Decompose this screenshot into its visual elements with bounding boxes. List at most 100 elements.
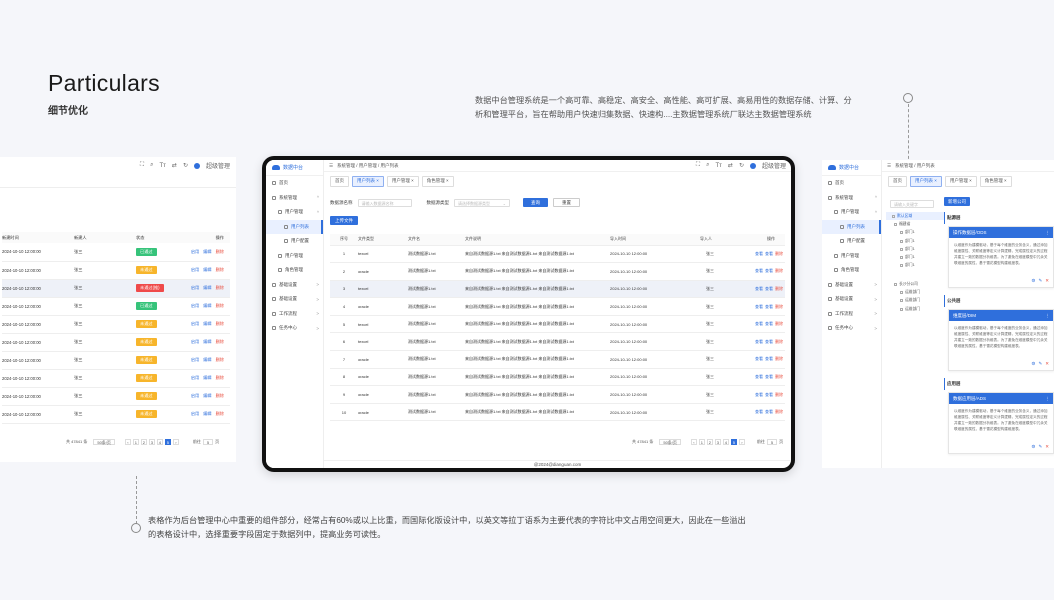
- pager-next[interactable]: ›: [172, 439, 179, 445]
- type-select[interactable]: 请选择数据源类型 ⌄: [454, 198, 510, 207]
- pager-goto-input[interactable]: 5: [766, 439, 778, 445]
- delete-link[interactable]: 删除: [775, 339, 783, 344]
- delete-link[interactable]: 删除: [775, 286, 783, 291]
- tree-search-input[interactable]: 请输入关键字: [890, 200, 934, 208]
- tab[interactable]: 用户列表 ×: [910, 175, 942, 187]
- reset-button[interactable]: 重置: [553, 198, 580, 207]
- view-link[interactable]: 查看: [755, 356, 763, 361]
- more-icon[interactable]: ⋮: [1046, 227, 1051, 238]
- sidebar-item[interactable]: 基础设置 >: [822, 292, 881, 307]
- edit-link[interactable]: 编辑: [203, 393, 211, 398]
- pager-prev[interactable]: ‹: [690, 439, 697, 445]
- sidebar-item[interactable]: 用户列表: [266, 219, 323, 234]
- view-link[interactable]: 查看: [755, 286, 763, 291]
- tree-node[interactable]: 部门1: [886, 237, 944, 245]
- table-row[interactable]: 6 texcel 测试数据源1.txt 来自测试数据源1.txt 来自测试数据源1.t…: [330, 332, 785, 352]
- sidebar-item[interactable]: 工作流程 >: [266, 307, 323, 322]
- delete-link[interactable]: 删除: [216, 321, 224, 326]
- table-row[interactable]: 7 oracle 测试数据源1.txt 来自测试数据源1.txt 来自测试数据源1.t…: [330, 350, 785, 369]
- sidebar-item[interactable]: 基础设置 >: [266, 292, 323, 307]
- table-row[interactable]: 4 oracle 测试数据源1.txt 来自测试数据源1.txt 来自测试数据源1.t…: [330, 297, 785, 316]
- menu-toggle-icon[interactable]: ☰: [329, 163, 333, 169]
- tree-node[interactable]: 长沙分公司: [886, 280, 944, 288]
- delete-link[interactable]: 删除: [216, 393, 224, 398]
- edit-icon[interactable]: ✎: [1038, 361, 1042, 367]
- edit-icon[interactable]: ✎: [1038, 278, 1042, 284]
- user-name[interactable]: 超级管理: [762, 161, 786, 170]
- delete-link[interactable]: 删除: [775, 356, 783, 361]
- delete-link[interactable]: 删除: [775, 392, 783, 397]
- sidebar-item[interactable]: 角色管理: [822, 263, 881, 278]
- table-row[interactable]: 2 oracle 测试数据源1.txt 来自测试数据源1.txt 来自测试数据源1.t…: [330, 262, 785, 281]
- delete-link[interactable]: 删除: [216, 357, 224, 362]
- view-link[interactable]: 查看: [765, 392, 773, 397]
- view-link[interactable]: 查看: [755, 251, 763, 256]
- tab[interactable]: 用户管理 ×: [944, 175, 977, 187]
- edit-link[interactable]: 编辑: [203, 285, 211, 290]
- view-link[interactable]: 查看: [765, 374, 773, 379]
- font-size-icon[interactable]: Tт: [716, 163, 722, 169]
- table-row[interactable]: 2024-10-10 12:00:00 张三 未通过(推) 启用 编辑 删除: [2, 279, 230, 297]
- enable-link[interactable]: 启用: [191, 375, 199, 380]
- menu-toggle-icon[interactable]: ☰: [887, 163, 891, 169]
- view-link[interactable]: 查看: [755, 304, 763, 309]
- delete-link[interactable]: 删除: [216, 285, 224, 290]
- delete-icon[interactable]: ✕: [1045, 278, 1049, 284]
- edit-icon[interactable]: ✎: [1038, 444, 1042, 450]
- edit-link[interactable]: 编辑: [203, 357, 211, 362]
- edit-link[interactable]: 编辑: [203, 339, 211, 344]
- pager-next[interactable]: ›: [738, 439, 745, 445]
- delete-link[interactable]: 删除: [216, 411, 224, 416]
- view-link[interactable]: 查看: [765, 356, 773, 361]
- table-row[interactable]: 1 texcel 测试数据源1.txt 来自测试数据源1.txt 来自测试数据源1.t…: [330, 245, 785, 264]
- new-company-button[interactable]: 新增公司: [944, 197, 970, 206]
- delete-link[interactable]: 删除: [216, 303, 224, 308]
- sidebar-item[interactable]: 系统管理 ^: [266, 191, 323, 206]
- sidebar-item[interactable]: 首页: [266, 176, 323, 191]
- edit-link[interactable]: 编辑: [203, 249, 211, 254]
- settings-icon[interactable]: ⚙: [1031, 361, 1035, 367]
- expand-icon[interactable]: ⛶: [696, 162, 700, 169]
- table-row[interactable]: 2024-10-10 12:00:00 张三 未通过 启用 编辑 删除: [2, 369, 230, 387]
- sidebar-item[interactable]: 基础设置 >: [822, 278, 881, 293]
- name-input[interactable]: 请输入数据源名称: [357, 198, 412, 207]
- tree-node[interactable]: 运维部门: [886, 305, 944, 313]
- edit-link[interactable]: 编辑: [203, 375, 211, 380]
- sidebar-item[interactable]: 角色管理: [266, 263, 323, 278]
- enable-link[interactable]: 启用: [191, 267, 199, 272]
- expand-icon[interactable]: ⛶: [140, 162, 144, 169]
- view-link[interactable]: 查看: [765, 251, 773, 256]
- sidebar-item[interactable]: 用户管理 ^: [822, 205, 881, 220]
- enable-link[interactable]: 启用: [191, 357, 199, 362]
- view-link[interactable]: 查看: [755, 409, 763, 414]
- sidebar-item[interactable]: 用户管理: [266, 249, 323, 264]
- view-link[interactable]: 查看: [755, 392, 763, 397]
- view-link[interactable]: 查看: [755, 339, 763, 344]
- sidebar-item[interactable]: 用户配置: [266, 234, 323, 249]
- delete-link[interactable]: 删除: [775, 304, 783, 309]
- more-icon[interactable]: ⋮: [1046, 393, 1051, 404]
- view-link[interactable]: 查看: [755, 268, 763, 273]
- edit-link[interactable]: 编辑: [203, 321, 211, 326]
- enable-link[interactable]: 启用: [191, 321, 199, 326]
- enable-link[interactable]: 启用: [191, 285, 199, 290]
- sidebar-item[interactable]: 用户列表: [822, 219, 881, 234]
- tree-node[interactable]: 默认区域: [886, 212, 944, 221]
- edit-link[interactable]: 编辑: [203, 267, 211, 272]
- layer-card[interactable]: 数据应用层/ADS ⋮ 以维度作为建模驱动，基于每个维度的业务含义，通过添加维度属性…: [948, 392, 1054, 454]
- delete-link[interactable]: 删除: [216, 249, 224, 254]
- pager-prev[interactable]: ‹: [124, 439, 131, 445]
- search-button[interactable]: 查询: [523, 198, 548, 207]
- tab[interactable]: 角色管理 ×: [979, 175, 1012, 187]
- table-row[interactable]: 9 oracle 测试数据源1.txt 来自测试数据源1.txt 来自测试数据源1.t…: [330, 385, 785, 404]
- pager-page-2[interactable]: 2: [706, 439, 713, 445]
- pager-page-5[interactable]: 5: [730, 439, 737, 445]
- table-row[interactable]: 2024-10-10 12:00:00 张三 已通过 启用 编辑 删除: [2, 243, 230, 261]
- pager-page-4[interactable]: 4: [722, 439, 729, 445]
- delete-link[interactable]: 删除: [216, 339, 224, 344]
- tree-node[interactable]: 福建省: [886, 220, 944, 228]
- layer-card[interactable]: 操作数据层/ODS ⋮ 以维度作为建模驱动，基于每个维度的业务含义，通过添加维度属性…: [948, 226, 1054, 288]
- pager-page-2[interactable]: 2: [140, 439, 147, 445]
- user-name[interactable]: 超级管理: [206, 161, 230, 170]
- translate-icon[interactable]: ⇄: [172, 162, 177, 169]
